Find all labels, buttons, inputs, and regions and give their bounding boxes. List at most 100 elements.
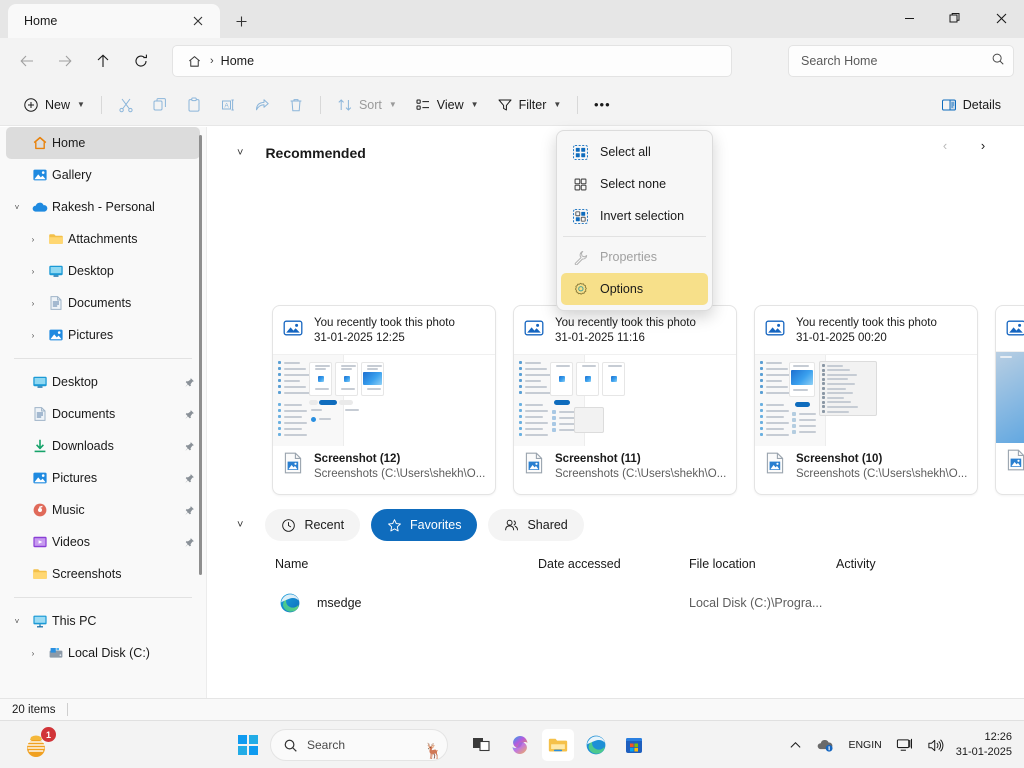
refresh-button[interactable] [124, 45, 158, 77]
minimize-button[interactable] [886, 0, 932, 36]
sidebar-scrollbar[interactable] [199, 135, 202, 575]
recommended-card[interactable]: You recently took this photo31-01-2025 1… [513, 305, 737, 495]
recommended-card[interactable]: You recently took this photo31-01-2025 0… [754, 305, 978, 495]
menu-item-invert-selection[interactable]: Invert selection [561, 200, 708, 232]
table-row[interactable]: msedge Local Disk (C:)\Progra... [207, 589, 1024, 617]
chevron-down-icon[interactable]: ▼ [471, 100, 479, 109]
chevron-down-icon[interactable]: ▼ [77, 100, 85, 109]
breadcrumb[interactable]: Home [221, 54, 254, 68]
task-view-icon[interactable] [466, 729, 498, 761]
copy-button[interactable] [143, 90, 177, 120]
pin-icon[interactable] [178, 409, 200, 420]
honey-icon[interactable]: 1 [22, 731, 52, 761]
sidebar-item-gallery[interactable]: Gallery [6, 159, 200, 191]
menu-item-options[interactable]: Options [561, 273, 708, 305]
pin-icon[interactable] [184, 441, 195, 452]
sidebar-quick-screenshots[interactable]: Screenshots [6, 558, 200, 590]
chevron-down-icon[interactable]: ˅ [6, 203, 28, 212]
paste-button[interactable] [177, 90, 211, 120]
chevron-down-icon[interactable]: ▼ [553, 100, 561, 109]
chevron-right-icon[interactable]: › [22, 235, 44, 244]
pin-icon[interactable] [178, 441, 200, 452]
sort-button[interactable]: Sort ▼ [328, 90, 406, 120]
view-button[interactable]: View ▼ [406, 90, 488, 120]
clock[interactable]: 12:26 31-01-2025 [956, 730, 1012, 760]
forward-button[interactable] [48, 45, 82, 77]
carousel-next-button[interactable]: › [972, 134, 994, 156]
chevron-down-icon[interactable]: ˅ [237, 519, 243, 531]
tab-recent[interactable]: Recent [265, 509, 360, 541]
navigation-sidebar[interactable]: HomeGallery˅Rakesh - Personal›Attachment… [0, 127, 207, 698]
edge-icon[interactable] [580, 729, 612, 761]
pin-icon[interactable] [184, 537, 195, 548]
sidebar-item-rakesh-personal[interactable]: ˅Rakesh - Personal [6, 191, 200, 223]
column-header-activity[interactable]: Activity [836, 557, 876, 571]
carousel-prev-button[interactable]: ‹ [934, 134, 956, 156]
tab-shared[interactable]: Shared [488, 509, 583, 541]
filter-button[interactable]: Filter ▼ [488, 90, 571, 120]
sidebar-quick-pictures[interactable]: Pictures [6, 462, 200, 494]
back-button[interactable] [10, 45, 44, 77]
sidebar-pc-local-disk-c[interactable]: ›Local Disk (C:) [6, 637, 200, 669]
sidebar-item-documents[interactable]: ›Documents [6, 287, 200, 319]
pin-icon[interactable] [184, 409, 195, 420]
rename-button[interactable]: A [211, 90, 245, 120]
sidebar-quick-downloads[interactable]: Downloads [6, 430, 200, 462]
file-explorer-icon[interactable] [542, 729, 574, 761]
chevron-right-icon[interactable]: › [22, 267, 44, 276]
pin-icon[interactable] [178, 377, 200, 388]
chevron-right-icon[interactable]: › [22, 649, 44, 658]
sidebar-item-home[interactable]: Home [6, 127, 200, 159]
close-window-button[interactable] [978, 0, 1024, 36]
language-indicator[interactable]: ENG IN [846, 739, 883, 752]
address-bar[interactable]: › Home [172, 45, 732, 77]
sidebar-pc-this-pc[interactable]: ˅This PC [6, 605, 200, 637]
new-tab-button[interactable] [224, 6, 258, 36]
sidebar-quick-documents[interactable]: Documents [6, 398, 200, 430]
share-button[interactable] [245, 90, 279, 120]
pin-icon[interactable] [178, 537, 200, 548]
cut-button[interactable] [109, 90, 143, 120]
tab-favorites[interactable]: Favorites [371, 509, 477, 541]
sidebar-item-desktop[interactable]: ›Desktop [6, 255, 200, 287]
up-button[interactable] [86, 45, 120, 77]
browser-tab-home[interactable]: Home [8, 4, 220, 38]
recommended-card[interactable] [995, 305, 1024, 495]
copilot-icon[interactable] [504, 729, 536, 761]
sidebar-quick-music[interactable]: Music [6, 494, 200, 526]
onedrive-sync-icon[interactable] [814, 736, 836, 754]
pin-icon[interactable] [178, 505, 200, 516]
pin-icon[interactable] [178, 473, 200, 484]
column-header-name[interactable]: Name [275, 557, 308, 571]
file-name-cell[interactable]: msedge [317, 589, 361, 617]
network-icon[interactable] [894, 737, 915, 754]
pin-icon[interactable] [184, 473, 195, 484]
store-icon[interactable] [618, 729, 650, 761]
search-input[interactable]: Search Home [788, 45, 1014, 77]
more-options-button[interactable]: ••• [585, 90, 619, 120]
sidebar-quick-videos[interactable]: Videos [6, 526, 200, 558]
pin-icon[interactable] [184, 505, 195, 516]
search-icon[interactable] [991, 52, 1005, 71]
chevron-down-icon[interactable]: ˅ [6, 617, 28, 626]
taskbar-search-input[interactable]: Search 🦌 [270, 729, 448, 761]
maximize-button[interactable] [932, 0, 978, 36]
recommended-card[interactable]: You recently took this photo31-01-2025 1… [272, 305, 496, 495]
chevron-up-icon[interactable] [787, 739, 804, 752]
sidebar-item-pictures[interactable]: ›Pictures [6, 319, 200, 351]
menu-item-select-none[interactable]: Select none [561, 168, 708, 200]
sidebar-quick-desktop[interactable]: Desktop [6, 366, 200, 398]
pin-icon[interactable] [184, 377, 195, 388]
details-pane-button[interactable]: Details [932, 90, 1010, 120]
chevron-down-icon[interactable]: ˅ [237, 147, 243, 159]
delete-button[interactable] [279, 90, 313, 120]
windows-start-icon[interactable] [232, 729, 264, 761]
chevron-down-icon[interactable]: ▼ [389, 100, 397, 109]
column-header-date-accessed[interactable]: Date accessed [538, 557, 621, 571]
menu-item-select-all[interactable]: Select all [561, 136, 708, 168]
close-icon[interactable] [186, 9, 210, 33]
new-button[interactable]: New ▼ [14, 90, 94, 120]
context-menu[interactable]: Select all Select none Invert selection [556, 130, 713, 311]
column-header-file-location[interactable]: File location [689, 557, 756, 571]
home-icon[interactable] [183, 54, 205, 69]
